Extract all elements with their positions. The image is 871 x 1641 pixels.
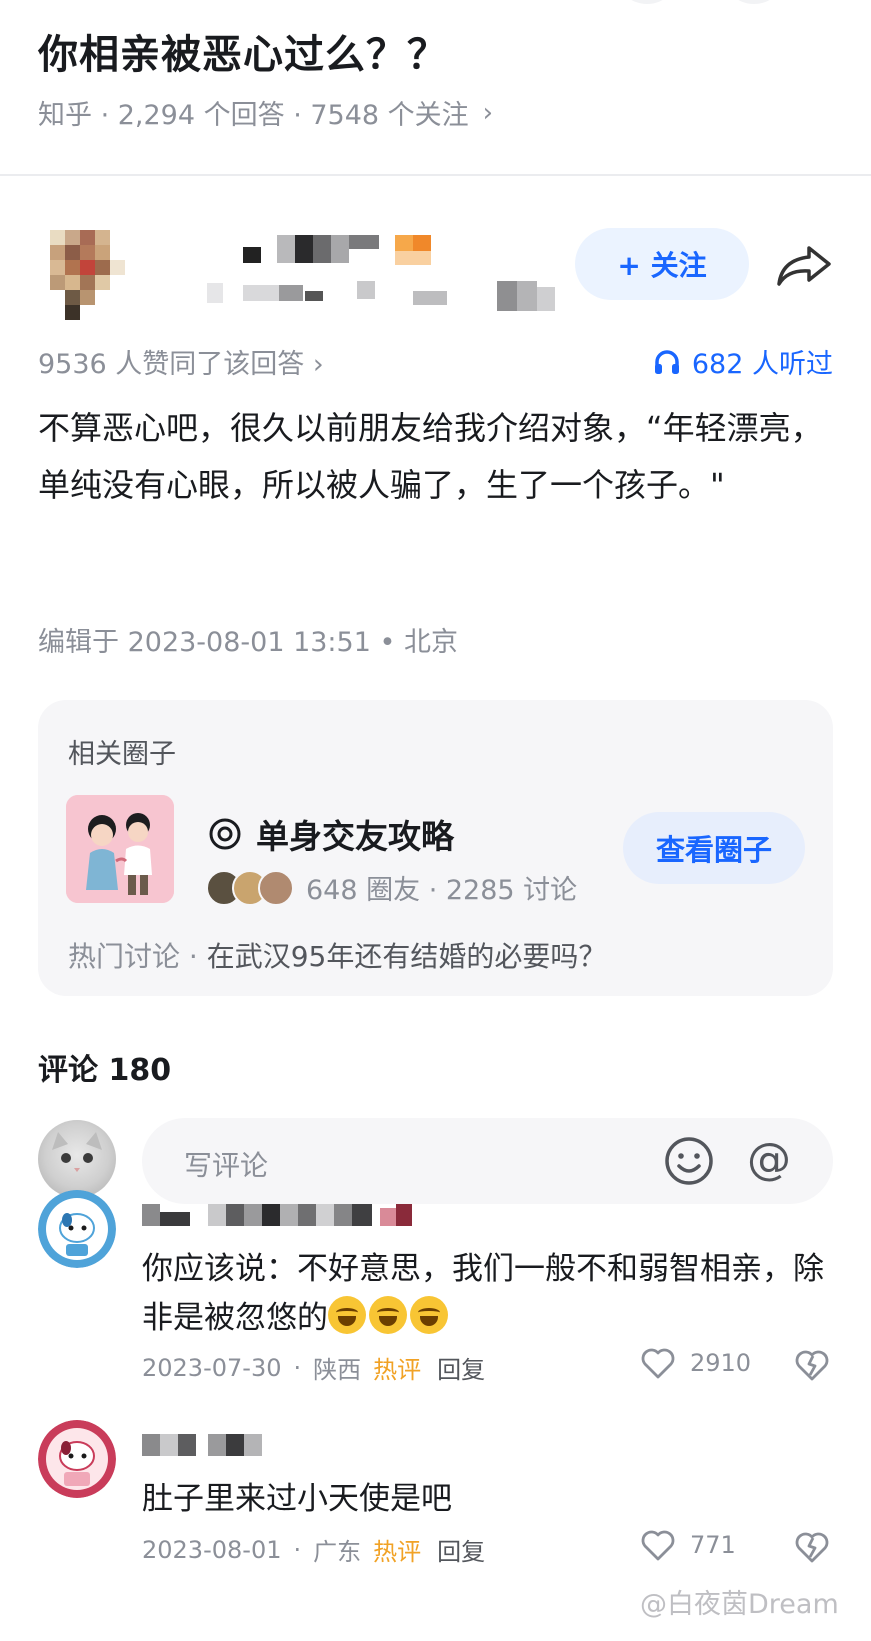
share-icon[interactable] [775, 244, 833, 288]
question-meta-text: 知乎 · 2,294 个回答 · 7548 个关注 [38, 100, 469, 131]
comment-meta: 2023-07-30 · 陕西 热评 回复 [142, 1350, 485, 1385]
comment-text: 肚子里来过小天使是吧 [142, 1475, 842, 1524]
author-info[interactable] [50, 230, 555, 325]
related-circle-label: 相关圈子 [68, 739, 176, 770]
hot-comment-badge: 热评 [373, 1356, 422, 1384]
comment-meta: 2023-08-01 · 广东 热评 回复 [142, 1532, 485, 1567]
listen-count[interactable]: 682 人听过 [652, 342, 833, 381]
weibo-watermark: @白夜茵Dream [640, 1582, 839, 1621]
commenter-name-pixelated[interactable] [142, 1204, 482, 1230]
commenter-name-pixelated[interactable] [142, 1434, 482, 1460]
meta-separator: · [293, 1535, 302, 1564]
member-avatars [206, 870, 301, 908]
chevron-right-icon: › [482, 97, 494, 128]
comment-date: 2023-07-30 [142, 1353, 282, 1382]
comment-date: 2023-08-01 [142, 1535, 282, 1564]
comment-text: 你应该说：不好意思，我们一般不和弱智相亲，除非是被忽悠的 [142, 1245, 842, 1343]
listen-count-text: 682 人听过 [691, 349, 833, 380]
comments-title: 评论 180 [38, 1053, 172, 1088]
hot-discussion[interactable]: 热门讨论 · 在武汉95年还有结婚的必要吗？ [68, 935, 606, 975]
hot-comment-badge: 热评 [373, 1538, 422, 1566]
comment-input[interactable]: 写评论 @ [142, 1118, 833, 1204]
emoji-icon[interactable] [663, 1135, 715, 1187]
circle-logo-icon [209, 818, 241, 850]
answer-likes[interactable]: 9536 人赞同了该回答 › [38, 342, 324, 381]
mention-at-icon[interactable]: @ [743, 1134, 795, 1186]
broken-heart-icon[interactable] [794, 1530, 830, 1564]
watermark-text: @白夜茵Dream [640, 1589, 839, 1620]
hot-discussion-topic: 在武汉95年还有结婚的必要吗？ [206, 940, 607, 973]
like-button[interactable]: 771 [640, 1528, 736, 1562]
heart-icon [641, 1530, 675, 1561]
rofl-emoji-icon [328, 1296, 366, 1334]
comment-text-content: 肚子里来过小天使是吧 [142, 1481, 452, 1517]
top-toolbar-partial [0, 0, 871, 10]
commenter-avatar[interactable] [38, 1420, 116, 1498]
reply-button[interactable]: 回复 [437, 1350, 485, 1385]
circle-name[interactable]: 单身交友攻略 [208, 810, 454, 858]
broken-heart-icon[interactable] [794, 1348, 830, 1382]
header-divider [0, 174, 871, 176]
reply-button[interactable]: 回复 [437, 1532, 485, 1567]
edit-timestamp: 编辑于 2023-08-01 13:51 • 北京 [38, 627, 458, 658]
headphones-icon [654, 349, 679, 374]
author-name-pixelated[interactable] [155, 235, 555, 320]
question-title[interactable]: 你相亲被恶心过么？？ [38, 22, 448, 80]
author-avatar[interactable] [50, 230, 125, 325]
heart-icon [641, 1348, 675, 1379]
view-circle-button-label: 查看圈子 [655, 833, 772, 867]
circle-stats: 648 圈友 · 2285 讨论 [306, 875, 578, 906]
like-count: 771 [690, 1531, 736, 1559]
view-circle-button[interactable]: 查看圈子 [623, 812, 805, 884]
related-circle-card[interactable]: 相关圈子 单身交友攻略 648 圈友 · 2285 讨论 查看圈子 热门讨论 · [38, 700, 833, 996]
comment-text-content: 你应该说：不好意思，我们一般不和弱智相亲，除非是被忽悠的 [142, 1251, 824, 1336]
comment-input-placeholder: 写评论 [184, 1149, 269, 1182]
follow-button[interactable]: + 关注 [575, 228, 749, 300]
like-button[interactable]: 2910 [640, 1346, 751, 1380]
comment-location: 广东 [313, 1538, 362, 1566]
current-user-avatar [38, 1120, 116, 1198]
comment-location: 陕西 [313, 1356, 362, 1384]
question-meta[interactable]: 知乎 · 2,294 个回答 · 7548 个关注 › [38, 93, 493, 132]
circle-thumbnail [66, 795, 174, 903]
rofl-emoji-icon [369, 1296, 407, 1334]
commenter-avatar[interactable] [38, 1190, 116, 1268]
hot-discussion-prefix: 热门讨论 · [68, 940, 207, 973]
circle-name-text: 单身交友攻略 [256, 817, 454, 856]
rofl-emoji-icon [410, 1296, 448, 1334]
like-count: 2910 [690, 1349, 752, 1377]
meta-separator: · [293, 1353, 302, 1382]
follow-button-label: + 关注 [617, 249, 707, 282]
answer-body: 不算恶心吧，很久以前朋友给我介绍对象，“年轻漂亮，单纯没有心眼，所以被人骗了，生… [38, 409, 823, 504]
